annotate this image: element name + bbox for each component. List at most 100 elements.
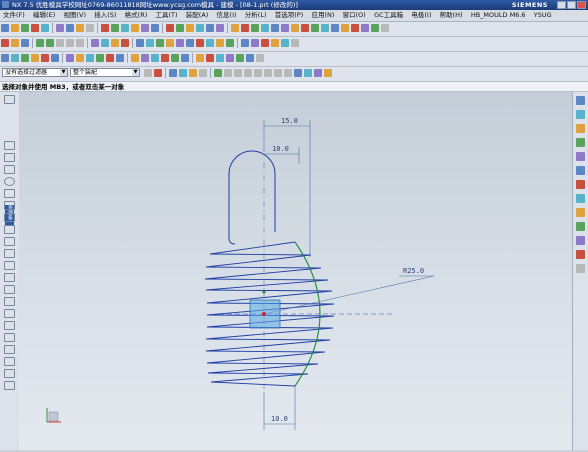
minimize-button[interactable] [557, 1, 566, 9]
mirror-curve-icon[interactable] [4, 297, 15, 306]
text-icon[interactable] [51, 54, 59, 62]
render-icon[interactable] [246, 54, 254, 62]
dimension-icon[interactable] [4, 309, 15, 318]
move-face-icon[interactable] [186, 24, 194, 32]
split-body-icon[interactable] [361, 24, 369, 32]
rectangle-select-icon[interactable] [199, 69, 207, 77]
arc-center-snap-icon[interactable] [244, 69, 252, 77]
existing-point-snap-icon[interactable] [284, 69, 292, 77]
finish-sketch-icon[interactable] [4, 381, 15, 390]
shell-icon[interactable] [121, 24, 129, 32]
cylinder-icon[interactable] [241, 24, 249, 32]
graphics-window[interactable]: 15.0 10.0 R25.0 10.0 [19, 92, 572, 450]
top-view-icon[interactable] [206, 39, 214, 47]
constraint-navigator-icon[interactable] [576, 110, 585, 119]
hole-icon[interactable] [31, 24, 39, 32]
cone-icon[interactable] [251, 24, 259, 32]
part-navigator-icon[interactable] [216, 54, 224, 62]
constraint-icon[interactable] [4, 321, 15, 330]
electrode-icon[interactable] [196, 54, 204, 62]
part-navigator-icon[interactable] [576, 124, 585, 133]
show-constraints-icon[interactable] [4, 345, 15, 354]
menu-electrode[interactable]: 电极(I) [408, 10, 434, 21]
sew-icon[interactable] [341, 24, 349, 32]
replace-face-icon[interactable] [176, 24, 184, 32]
point-on-curve-snap-icon[interactable] [294, 69, 302, 77]
chamfer-sketch-icon[interactable] [4, 201, 15, 210]
manufacturing-wizards-icon[interactable] [576, 222, 585, 231]
slot-icon[interactable] [281, 24, 289, 32]
patch-icon[interactable] [351, 24, 359, 32]
thread-icon[interactable] [311, 24, 319, 32]
history-icon[interactable] [236, 54, 244, 62]
selection-scope-dropdown[interactable]: 整个装配 ▼ [70, 68, 140, 77]
menu-format[interactable]: 格式(R) [122, 10, 151, 21]
wireframe-icon[interactable] [186, 39, 194, 47]
more-icon[interactable] [256, 54, 264, 62]
midpoint-snap-icon[interactable] [234, 69, 242, 77]
rotate-icon[interactable] [169, 69, 177, 77]
paste-icon[interactable] [76, 39, 84, 47]
quadrant-snap-icon[interactable] [264, 69, 272, 77]
web-browser-icon[interactable] [576, 166, 585, 175]
profile-icon[interactable] [4, 141, 15, 150]
show-hide-icon[interactable] [101, 39, 109, 47]
bridge-curve-icon[interactable] [106, 54, 114, 62]
dim-top-outer[interactable]: 15.0 [281, 117, 298, 125]
menu-analysis[interactable]: 分析(L) [242, 10, 270, 21]
sphere-icon[interactable] [261, 24, 269, 32]
pan-view-icon[interactable] [166, 39, 174, 47]
section-view-icon[interactable] [271, 39, 279, 47]
undo-selection-icon[interactable] [154, 69, 162, 77]
assembly-navigator-icon[interactable] [576, 96, 585, 105]
line-icon[interactable] [4, 153, 15, 162]
pad-icon[interactable] [301, 24, 309, 32]
chamfer-icon[interactable] [111, 24, 119, 32]
box-icon[interactable] [231, 24, 239, 32]
extract-curve-icon[interactable] [96, 54, 104, 62]
snap-point-icon[interactable] [179, 69, 187, 77]
more-tools-icon[interactable] [381, 24, 389, 32]
swept-icon[interactable] [151, 54, 159, 62]
extrude-icon[interactable] [11, 24, 19, 32]
rectangle-icon[interactable] [31, 54, 39, 62]
menu-hb-mould[interactable]: HB_MOULD M6.6 [468, 10, 529, 21]
curve-icon[interactable] [21, 54, 29, 62]
menu-view[interactable]: 视图(V) [60, 10, 89, 21]
arc-icon[interactable] [4, 165, 15, 174]
line-snap-icon[interactable] [224, 69, 232, 77]
history-icon[interactable] [576, 180, 585, 189]
shaded-icon[interactable] [176, 39, 184, 47]
box-select-icon[interactable] [189, 69, 197, 77]
menu-preferences[interactable]: 首选项(P) [272, 10, 307, 21]
rotate-view-icon[interactable] [156, 39, 164, 47]
menu-help[interactable]: 帮助(H) [437, 10, 466, 21]
roles-icon[interactable] [576, 236, 585, 245]
scale-body-icon[interactable] [371, 24, 379, 32]
save-icon[interactable] [21, 39, 29, 47]
palette-icon[interactable] [576, 264, 585, 273]
new-file-icon[interactable] [1, 39, 9, 47]
offset-curve-icon[interactable] [66, 54, 74, 62]
thicken-icon[interactable] [331, 24, 339, 32]
point-on-face-snap-icon[interactable] [304, 69, 312, 77]
process-studio-icon[interactable] [576, 208, 585, 217]
type-filter-dropdown[interactable]: 没有选择过滤器 ▼ [2, 68, 68, 77]
zoom-icon[interactable] [146, 39, 154, 47]
open-file-icon[interactable] [11, 39, 19, 47]
menu-insert[interactable]: 插入(S) [91, 10, 119, 21]
wcs-icon[interactable] [121, 39, 129, 47]
ruled-icon[interactable] [141, 54, 149, 62]
intersection-curve-icon[interactable] [86, 54, 94, 62]
menu-application[interactable]: 应用(N) [308, 10, 337, 21]
sketch-line-icon[interactable] [1, 54, 9, 62]
measure-distance-icon[interactable] [241, 39, 249, 47]
system-scenes-icon[interactable] [576, 250, 585, 259]
dim-top-inner[interactable]: 10.0 [272, 145, 289, 153]
draft-icon[interactable] [131, 24, 139, 32]
pocket-icon[interactable] [291, 24, 299, 32]
resource-bar-icon[interactable] [4, 95, 15, 104]
point-icon[interactable] [4, 237, 15, 246]
trim-body-icon[interactable] [86, 24, 94, 32]
groove-icon[interactable] [271, 24, 279, 32]
